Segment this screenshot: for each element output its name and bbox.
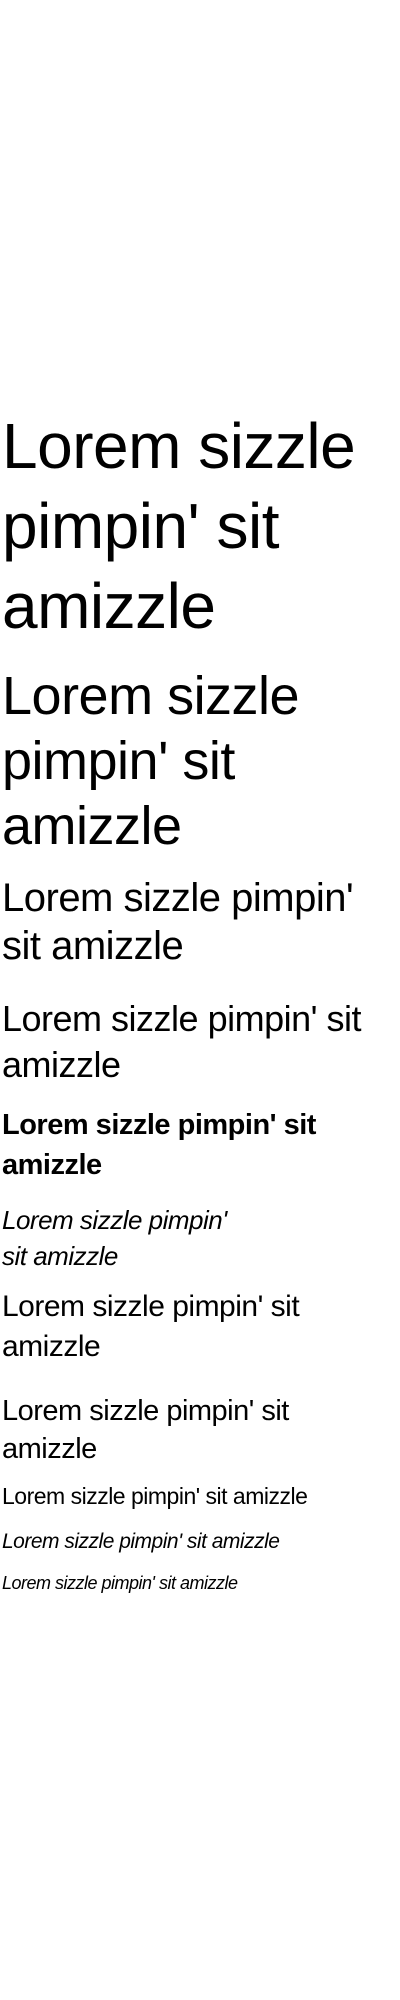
specimen-line-3: Lorem sizzle pimpin' sit amizzle (2, 876, 354, 968)
specimen-line-5: Lorem sizzle pimpin' sit amizzle (2, 1109, 316, 1181)
specimen-line-1: Lorem sizzle pimpin' sit amizzle (2, 410, 356, 642)
specimen-line-10: Lorem sizzle pimpin' sit amizzle (2, 1530, 280, 1553)
specimen-line-4: Lorem sizzle pimpin' sit amizzle (2, 998, 362, 1085)
specimen-line-11: Lorem sizzle pimpin' sit amizzle (2, 1573, 238, 1593)
specimen-line-2: Lorem sizzle pimpin' sit amizzle (2, 666, 300, 856)
specimen-line-7: Lorem sizzle pimpin' sit amizzle (2, 1290, 300, 1363)
specimen-line-8: Lorem sizzle pimpin' sit amizzle (2, 1395, 289, 1465)
specimen-line-6: Lorem sizzle pimpin' sit amizzle (2, 1205, 227, 1271)
specimen-line-9: Lorem sizzle pimpin' sit amizzle (2, 1483, 308, 1509)
